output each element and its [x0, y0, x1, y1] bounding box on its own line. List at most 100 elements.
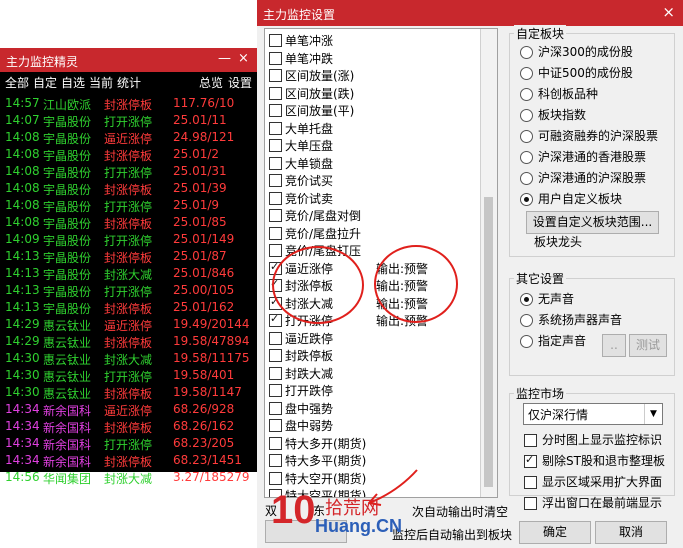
alert-value: 25.01/11 — [173, 113, 227, 127]
alert-stock-name: 惠云钛业 — [43, 353, 92, 367]
alert-stock-name: 惠云钛业 — [43, 319, 92, 333]
alert-row[interactable]: 14:34 新余国科 封涨停板 68.26/162 — [0, 418, 257, 435]
alert-time: 14:13 — [5, 266, 40, 280]
alert-action: 封涨大减 — [104, 353, 153, 367]
alert-time: 14:56 — [5, 470, 40, 484]
alert-value: 19.58/47894 — [173, 334, 250, 348]
alert-stock-name: 宇晶股份 — [43, 115, 92, 129]
alert-time: 14:57 — [5, 96, 40, 110]
alert-time: 14:29 — [5, 334, 40, 348]
alert-stock-name: 新余国科 — [43, 438, 92, 452]
menu-stats[interactable]: 统计 — [117, 74, 141, 91]
alert-action: 打开涨停 — [104, 115, 153, 129]
alert-value: 25.01/85 — [173, 215, 227, 229]
alert-row[interactable]: 14:56 华闻集团 封涨大减 3.27/185279 — [0, 469, 257, 486]
alert-row[interactable]: 14:29 惠云钛业 逼近涨停 19.49/20144 — [0, 316, 257, 333]
alert-row[interactable]: 14:30 惠云钛业 封涨停板 19.58/1147 — [0, 384, 257, 401]
site-watermark: 10 拾荒网 Huang.CN — [263, 474, 438, 546]
alert-value: 25.01/846 — [173, 266, 235, 280]
alert-row[interactable]: 14:08 宇晶股份 封涨停板 25.01/85 — [0, 214, 257, 231]
alert-time: 14:29 — [5, 317, 40, 331]
alert-action: 逼近涨停 — [104, 404, 153, 418]
alert-value: 25.01/162 — [173, 300, 235, 314]
menu-current[interactable]: 当前 — [89, 74, 113, 91]
alert-row[interactable]: 14:34 新余国科 打开涨停 68.23/205 — [0, 435, 257, 452]
alert-row[interactable]: 14:07 宇晶股份 打开涨停 25.01/11 — [0, 112, 257, 129]
menu-settings[interactable]: 设置 — [228, 74, 252, 91]
alert-row[interactable]: 14:34 新余国科 逼近涨停 68.26/928 — [0, 401, 257, 418]
alert-action: 封涨停板 — [104, 387, 153, 401]
alert-row[interactable]: 14:08 宇晶股份 封涨停板 25.01/2 — [0, 146, 257, 163]
alert-action: 封涨大减 — [104, 268, 153, 282]
alert-row[interactable]: 14:13 宇晶股份 打开涨停 25.00/105 — [0, 282, 257, 299]
alert-stock-name: 宇晶股份 — [43, 132, 92, 146]
alert-row[interactable]: 14:13 宇晶股份 封涨停板 25.01/162 — [0, 299, 257, 316]
alert-action: 打开涨停 — [104, 166, 153, 180]
window-title-bar: 主力监控精灵 — × — [0, 48, 257, 72]
alert-time: 14:34 — [5, 453, 40, 467]
menu-all[interactable]: 全部 — [5, 74, 29, 91]
alert-value: 19.58/1147 — [173, 385, 242, 399]
alert-value: 68.23/205 — [173, 436, 235, 450]
monitor-menu: 全部 自定 自选 当前 统计 总览 设置 — [0, 73, 257, 91]
alert-stock-name: 宇晶股份 — [43, 149, 92, 163]
alert-stock-name: 宇晶股份 — [43, 183, 92, 197]
alert-value: 25.01/39 — [173, 181, 227, 195]
window-title: 主力监控精灵 — [6, 55, 79, 69]
alert-stock-name: 宇晶股份 — [43, 302, 92, 316]
alert-action: 封涨停板 — [104, 217, 153, 231]
alert-row[interactable]: 14:08 宇晶股份 逼近涨停 24.98/121 — [0, 129, 257, 146]
minimize-button[interactable]: — — [218, 51, 231, 66]
alert-stock-name: 新余国科 — [43, 404, 92, 418]
alert-row[interactable]: 14:08 宇晶股份 打开涨停 25.01/9 — [0, 197, 257, 214]
alert-stock-name: 惠云钛业 — [43, 387, 92, 401]
alert-action: 打开涨停 — [104, 200, 153, 214]
alert-value: 25.01/87 — [173, 249, 227, 263]
alert-action: 封涨停板 — [104, 98, 153, 112]
alert-stock-name: 宇晶股份 — [43, 268, 92, 282]
alert-action: 封涨停板 — [104, 183, 153, 197]
alert-time: 14:07 — [5, 113, 40, 127]
alert-stock-name: 宇晶股份 — [43, 166, 92, 180]
alert-action: 打开涨停 — [104, 234, 153, 248]
alert-time: 14:09 — [5, 232, 40, 246]
alert-row[interactable]: 14:30 惠云钛业 打开涨停 19.58/401 — [0, 367, 257, 384]
alert-value: 25.01/9 — [173, 198, 220, 212]
alert-time: 14:34 — [5, 419, 40, 433]
alert-action: 打开涨停 — [104, 285, 153, 299]
alert-value: 117.76/10 — [173, 96, 235, 110]
menu-watchlist[interactable]: 自选 — [61, 74, 85, 91]
alert-time: 14:08 — [5, 164, 40, 178]
alert-action: 打开涨停 — [104, 370, 153, 384]
alert-action: 封涨停板 — [104, 251, 153, 265]
alert-row[interactable]: 14:08 宇晶股份 封涨停板 25.01/39 — [0, 180, 257, 197]
alert-stock-name: 宇晶股份 — [43, 251, 92, 265]
alert-row[interactable]: 14:34 新余国科 封涨停板 68.23/1451 — [0, 452, 257, 469]
alert-stock-name: 江山欧派 — [43, 98, 92, 112]
alert-action: 封涨大减 — [104, 472, 153, 486]
alert-value: 25.01/149 — [173, 232, 235, 246]
alert-row[interactable]: 14:30 惠云钛业 封涨大减 19.58/11175 — [0, 350, 257, 367]
alert-action: 打开涨停 — [104, 438, 153, 452]
close-button[interactable]: × — [238, 51, 249, 66]
alert-row[interactable]: 14:08 宇晶股份 打开涨停 25.01/31 — [0, 163, 257, 180]
monitor-window: 主力监控精灵 — × 全部 自定 自选 当前 统计 总览 设置 14:57 江山欧… — [0, 48, 257, 486]
menu-overview[interactable]: 总览 — [199, 74, 223, 91]
watermark-url: Huang.CN — [315, 516, 402, 536]
alert-time: 14:08 — [5, 198, 40, 212]
alert-row[interactable]: 14:57 江山欧派 封涨停板 117.76/10 — [0, 95, 257, 112]
alert-row[interactable]: 14:09 宇晶股份 打开涨停 25.01/149 — [0, 231, 257, 248]
alert-value: 25.01/31 — [173, 164, 227, 178]
alert-stock-name: 新余国科 — [43, 455, 92, 469]
settings-dialog: 主力监控设置 × 单笔冲涨 单笔冲跌 区间放量(涨) 区间放量(跌) 区间放量(平) 大单… — [257, 0, 683, 548]
alert-action: 封涨停板 — [104, 302, 153, 316]
alert-value: 19.49/20144 — [173, 317, 250, 331]
menu-custom[interactable]: 自定 — [33, 74, 57, 91]
alert-value: 19.58/11175 — [173, 351, 250, 365]
watermark-number: 10 — [271, 488, 316, 532]
alert-row[interactable]: 14:13 宇晶股份 封涨停板 25.01/87 — [0, 248, 257, 265]
alert-row[interactable]: 14:13 宇晶股份 封涨大减 25.01/846 — [0, 265, 257, 282]
alert-row[interactable]: 14:29 惠云钛业 封涨停板 19.58/47894 — [0, 333, 257, 350]
alert-stock-name: 宇晶股份 — [43, 234, 92, 248]
alert-stock-name: 惠云钛业 — [43, 370, 92, 384]
